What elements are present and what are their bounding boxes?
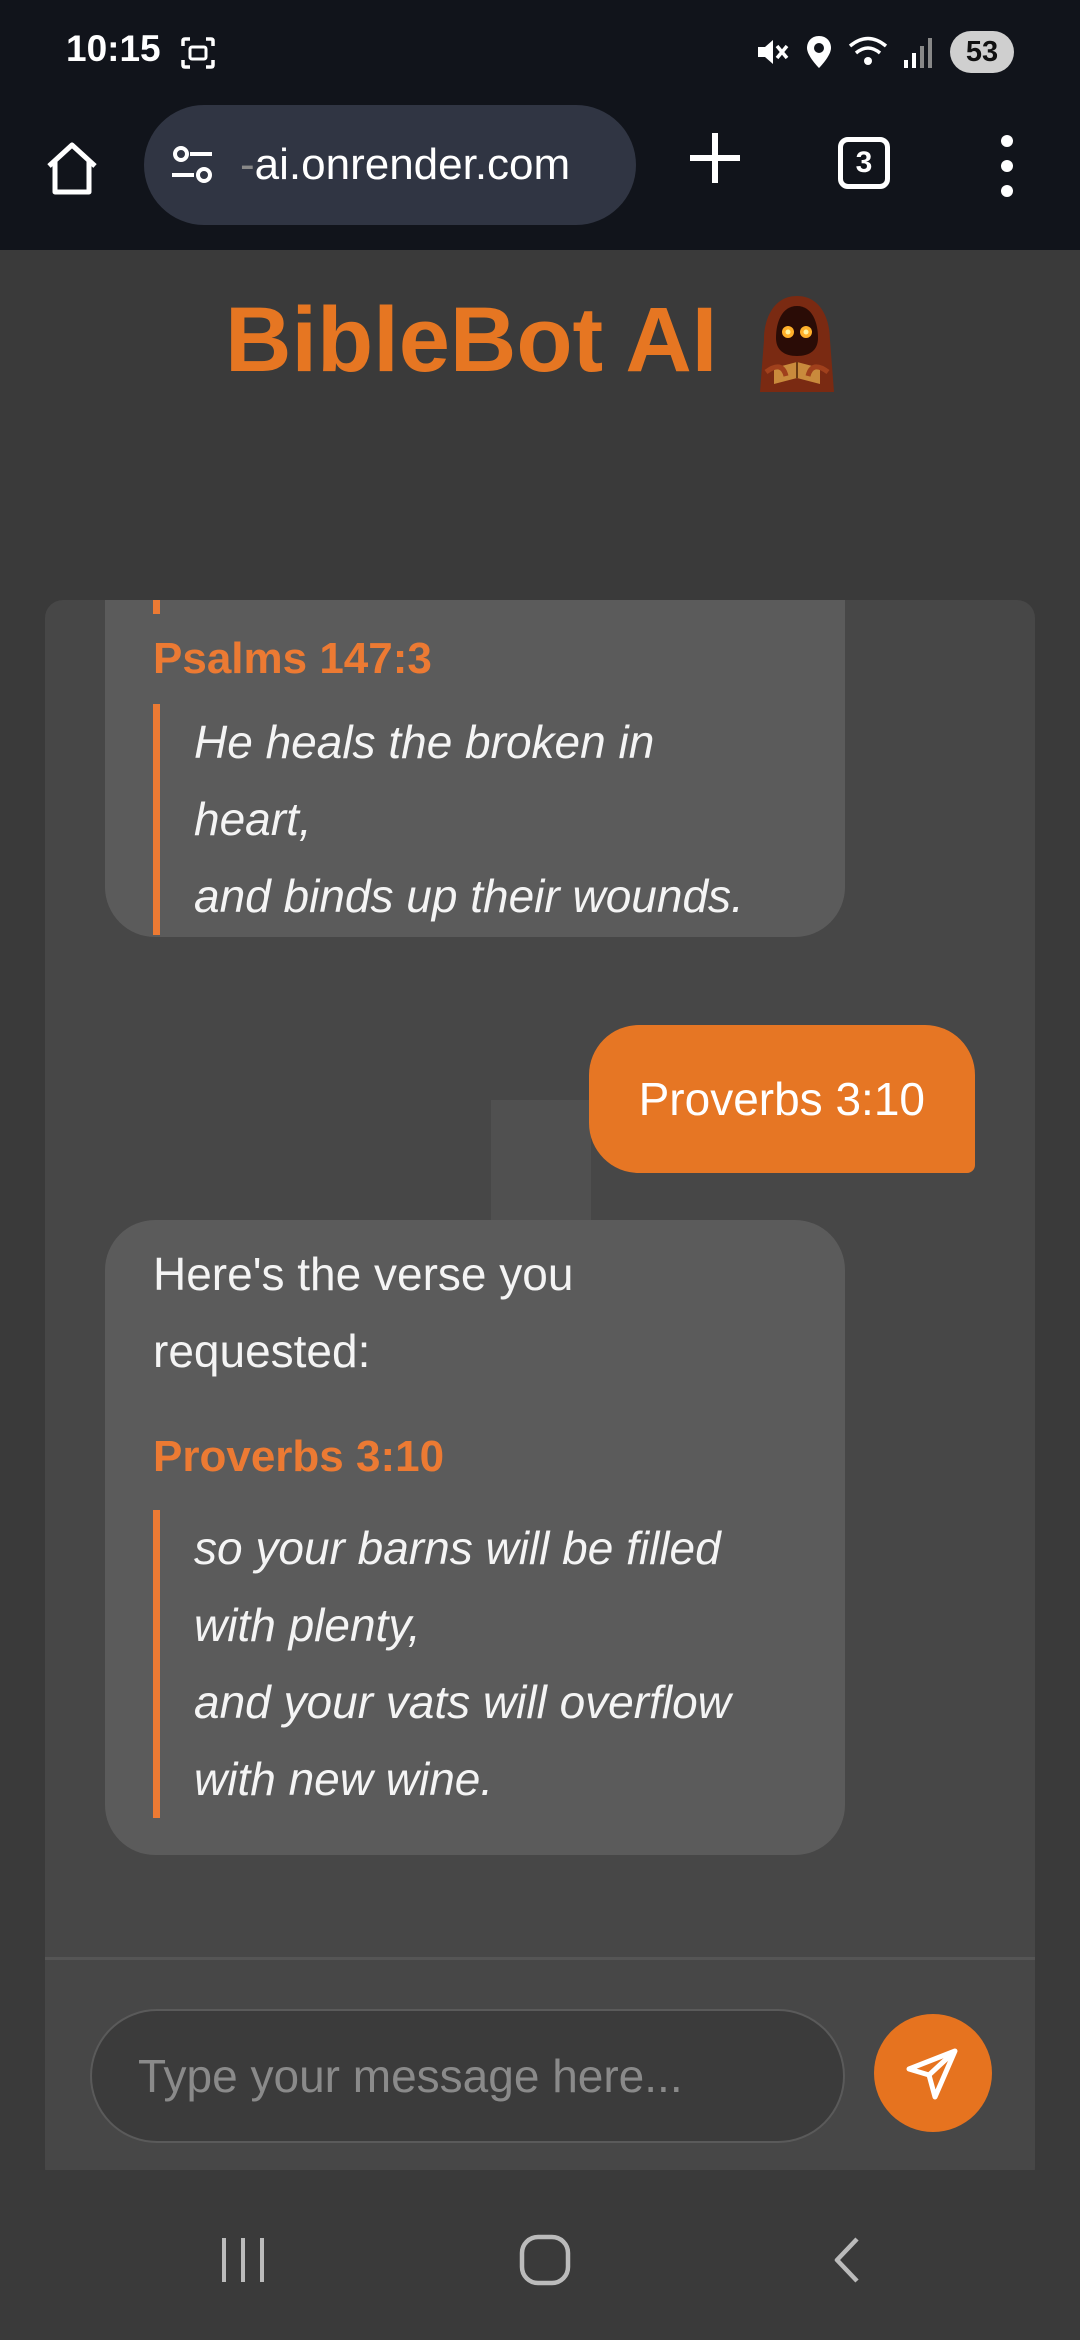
- address-bar[interactable]: -ai.onrender.com: [144, 105, 636, 225]
- more-menu-icon[interactable]: [992, 131, 1022, 201]
- screenshot-icon: [181, 37, 215, 69]
- verse-line: with new wine.: [194, 1753, 494, 1805]
- verse-line: with plenty,: [194, 1599, 421, 1651]
- status-icons: 53: [754, 30, 1014, 74]
- mute-icon: [758, 40, 789, 64]
- verse-line: so your barns will be filled: [194, 1522, 721, 1574]
- home-icon: [47, 142, 97, 195]
- verse-reference: Psalms 147:3: [153, 634, 432, 683]
- url-text: -ai.onrender.com: [240, 140, 570, 190]
- status-time: 10:15: [66, 28, 161, 69]
- user-message-text: Proverbs 3:10: [638, 1073, 925, 1125]
- browser-toolbar: -ai.onrender.com 3: [0, 105, 1080, 250]
- hooded-reader-mascot-icon: [760, 296, 834, 392]
- tabs-button[interactable]: 3: [838, 137, 890, 189]
- wifi-icon: [848, 36, 888, 65]
- signal-icon: [904, 38, 932, 68]
- battery-indicator: 53: [950, 31, 1014, 73]
- message-input[interactable]: [90, 2009, 845, 2143]
- status-bar: 10:15 53: [0, 0, 1080, 105]
- verse-line: heart,: [194, 793, 312, 845]
- intro-line: Here's the verse you: [153, 1248, 574, 1300]
- background-artifact: [491, 1100, 591, 1220]
- back-icon: [834, 2237, 859, 2283]
- verse-quote: He heals the broken in heart, and binds …: [153, 704, 793, 935]
- location-icon: [807, 36, 831, 68]
- verse-reference: Proverbs 3:10: [153, 1432, 445, 1481]
- page-content: BibleBot AI Psalms 147:3 He heals the br…: [0, 250, 1080, 2185]
- new-tab-icon[interactable]: [680, 123, 750, 193]
- url-prefix: -: [240, 140, 255, 189]
- back-button[interactable]: [808, 2220, 888, 2300]
- send-icon: [906, 2048, 958, 2100]
- verse-line: He heals the broken in: [194, 716, 655, 768]
- recents-icon: [222, 2238, 264, 2282]
- send-button[interactable]: [874, 2014, 992, 2132]
- system-nav-bar: [0, 2170, 1080, 2340]
- site-settings-icon[interactable]: [168, 141, 218, 191]
- intro-line: requested:: [153, 1325, 371, 1377]
- home-button[interactable]: [36, 133, 108, 205]
- verse-line: and binds up their wounds.: [194, 870, 744, 922]
- app-title: BibleBot AI: [225, 289, 718, 391]
- user-message: Proverbs 3:10: [588, 1025, 975, 1173]
- message-list[interactable]: Psalms 147:3 He heals the broken in hear…: [45, 600, 1035, 1957]
- chat-panel: Psalms 147:3 He heals the broken in hear…: [45, 600, 1035, 2185]
- url-host: ai.onrender.com: [254, 140, 571, 189]
- verse-quote: so your barns will be filled with plenty…: [153, 1510, 793, 1818]
- home-nav-button[interactable]: [505, 2220, 585, 2300]
- message-composer: [45, 1960, 1035, 2185]
- verse-line: and your vats will overflow: [194, 1676, 731, 1728]
- tab-count: 3: [855, 146, 873, 179]
- home-nav-icon: [519, 2234, 571, 2286]
- quote-bar-fragment: [153, 600, 160, 614]
- bot-message: Here's the verse you requested: Proverbs…: [105, 1220, 845, 1855]
- recents-button[interactable]: [203, 2220, 283, 2300]
- bot-message: Psalms 147:3 He heals the broken in hear…: [105, 600, 845, 937]
- bot-intro-text: Here's the verse you requested:: [153, 1236, 793, 1390]
